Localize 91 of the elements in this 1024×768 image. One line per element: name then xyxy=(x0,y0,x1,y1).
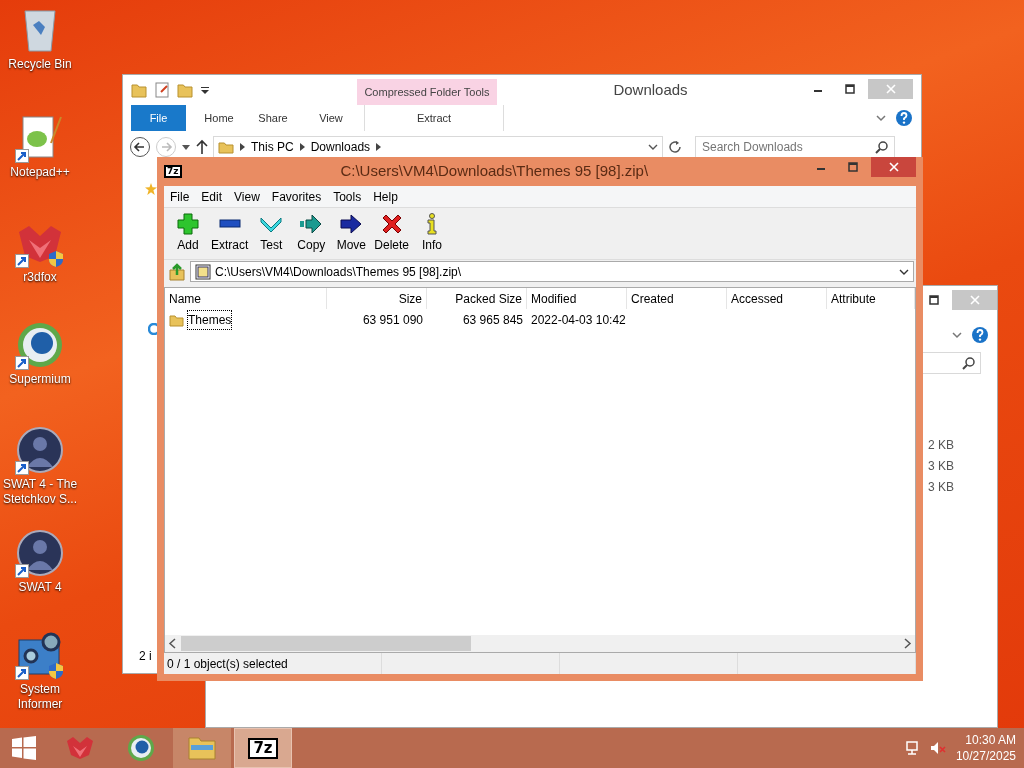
maximize-icon xyxy=(929,295,939,305)
app-logo: 7z xyxy=(248,737,278,759)
ribbon-tab[interactable]: Extract xyxy=(364,105,504,131)
close-icon xyxy=(888,162,899,172)
volume-muted-icon[interactable] xyxy=(929,740,946,756)
icon-label[interactable]: Recycle Bin xyxy=(8,57,72,72)
soldier-icon[interactable] xyxy=(15,528,65,578)
icon-label[interactable]: SWAT 4 - The Stetchkov S... xyxy=(0,477,80,507)
file-size: 3 KB xyxy=(928,479,955,496)
toolbar-button[interactable]: Move xyxy=(331,208,372,259)
search-icon[interactable] xyxy=(962,356,976,370)
file-size: 3 KB xyxy=(928,458,955,475)
dropdown-icon[interactable] xyxy=(201,86,209,94)
column-header[interactable]: Packed Size xyxy=(427,288,527,309)
search-field[interactable]: Search Downloads xyxy=(695,136,895,158)
icon-label[interactable]: Notepad++ xyxy=(10,165,70,180)
app-logo: 7z xyxy=(164,165,182,178)
plus-icon xyxy=(176,212,200,236)
refresh-icon[interactable] xyxy=(667,139,683,155)
ribbon-tab[interactable]: Home xyxy=(194,105,244,131)
folder-icon xyxy=(169,313,184,327)
chevron-down-icon[interactable] xyxy=(899,267,909,276)
toolbar-button[interactable]: Extract xyxy=(208,208,252,259)
clock[interactable]: 10:30 AM 10/27/2025 xyxy=(945,732,1024,764)
help-icon[interactable] xyxy=(971,326,989,344)
breadcrumb-item[interactable]: Downloads xyxy=(310,138,371,156)
table-cell-text: 63 951 090 xyxy=(361,312,424,329)
toolbar-button[interactable]: Delete xyxy=(371,208,413,259)
menu-item[interactable]: File xyxy=(164,187,196,206)
window-title: Downloads xyxy=(612,79,689,100)
table-cell-text: 63 965 845 xyxy=(461,312,524,329)
search-icon[interactable] xyxy=(875,140,889,154)
path-field[interactable]: C:\Users\VM4\Downloads\Themes 95 [98].zip\ xyxy=(190,261,914,282)
sphere-icon xyxy=(126,733,156,763)
folder-icon xyxy=(131,82,147,98)
table-cell-text: 2022-04-03 10:42 xyxy=(530,312,627,329)
menu-item[interactable]: Help xyxy=(367,187,404,206)
gears-icon[interactable] xyxy=(15,630,65,680)
menu-item[interactable]: Tools xyxy=(327,187,368,206)
close-icon xyxy=(885,84,896,94)
tab-group-label: Compressed Folder Tools xyxy=(357,79,497,105)
double-arrow-icon xyxy=(299,212,324,236)
toolbar-button[interactable]: Test xyxy=(251,208,292,259)
chevron-down-icon[interactable] xyxy=(648,143,658,151)
close-icon xyxy=(969,295,980,305)
toolbar-button[interactable]: Add xyxy=(168,208,208,259)
folder-icon xyxy=(218,140,234,154)
document-icon xyxy=(155,82,169,98)
column-header[interactable]: Attribute xyxy=(827,288,915,309)
ribbon-tab[interactable]: View xyxy=(302,105,360,131)
breadcrumb-item[interactable]: This PC xyxy=(251,138,294,156)
back-icon[interactable] xyxy=(129,136,151,158)
column-header[interactable]: Modified xyxy=(527,288,627,309)
chevron-right-icon xyxy=(299,143,305,151)
file-size: 2 KB xyxy=(928,437,955,454)
column-header[interactable]: Accessed xyxy=(727,288,827,309)
taskbar-button[interactable]: 7z xyxy=(234,728,292,768)
column-header[interactable]: Size xyxy=(327,288,427,309)
icon-label[interactable]: SWAT 4 xyxy=(18,580,62,595)
icon-label[interactable]: System Informer xyxy=(0,682,80,712)
star-icon xyxy=(145,183,157,195)
ribbon-tab[interactable]: Share xyxy=(244,105,302,131)
maximize-icon xyxy=(845,84,855,94)
arrow-icon xyxy=(339,212,364,236)
scrollbar-thumb[interactable] xyxy=(181,636,471,651)
menu-item[interactable]: Favorites xyxy=(265,187,328,206)
up-folder-icon[interactable] xyxy=(168,262,186,281)
archive-icon xyxy=(195,263,211,280)
maximize-icon xyxy=(848,162,858,172)
status-text: 0 / 1 object(s) selected xyxy=(167,655,288,673)
status-text: 2 i xyxy=(139,648,152,665)
menu-item[interactable]: Edit xyxy=(195,187,229,206)
file-name[interactable]: Themes xyxy=(188,311,232,329)
column-header[interactable]: Created xyxy=(627,288,727,309)
chevron-right-icon xyxy=(240,143,245,151)
dropdown-icon[interactable] xyxy=(181,142,191,152)
sphere-icon[interactable] xyxy=(15,320,65,370)
path-text: C:\Users\VM4\Downloads\Themes 95 [98].zip\ xyxy=(215,263,462,281)
up-arrow-icon[interactable] xyxy=(195,139,209,155)
window-title: C:\Users\VM4\Downloads\Themes 95 [98].zip\ xyxy=(339,161,650,182)
menu-item[interactable]: View xyxy=(228,187,266,206)
chevron-right-icon xyxy=(376,143,382,151)
folder-icon xyxy=(177,82,193,98)
toolbar-button[interactable]: Copy xyxy=(291,208,332,259)
toolbar-button[interactable]: Info xyxy=(412,208,453,259)
ribbon-tab[interactable]: File xyxy=(131,105,186,131)
column-header[interactable]: Name xyxy=(165,288,327,309)
help-icon[interactable] xyxy=(895,109,913,127)
soldier-icon[interactable] xyxy=(15,425,65,475)
windows-icon xyxy=(11,735,37,761)
notepad-icon[interactable] xyxy=(15,113,65,163)
